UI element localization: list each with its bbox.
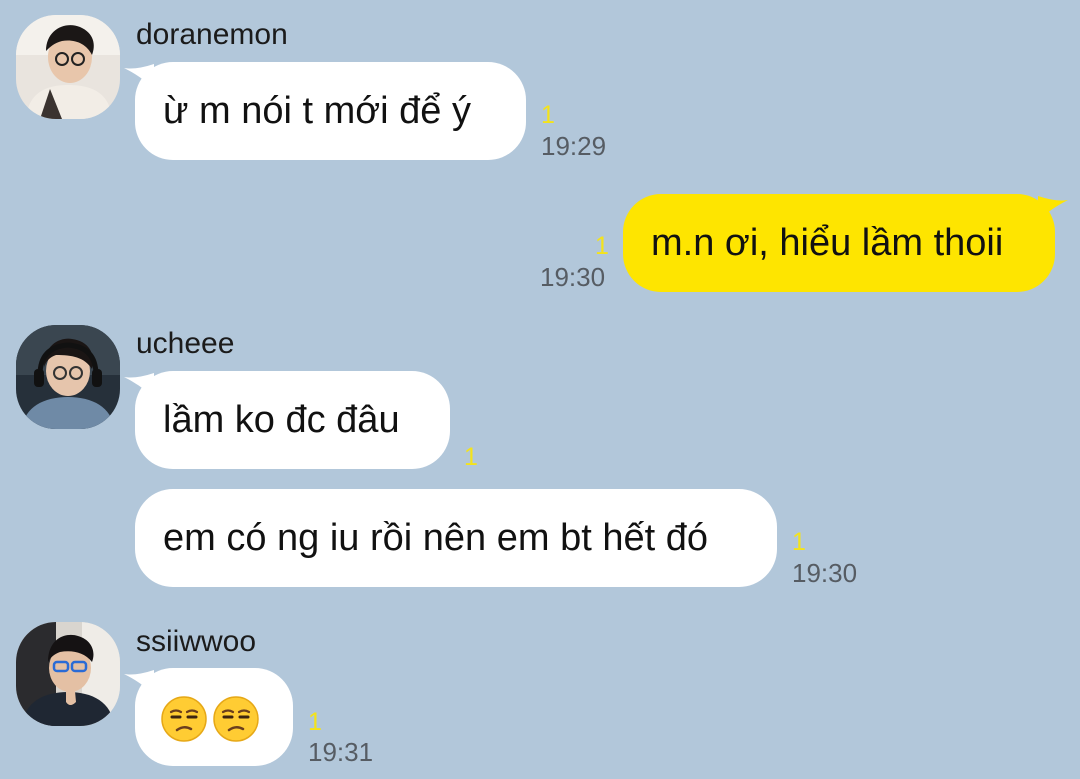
message-bubble[interactable]: em có ng iu rồi nên em bt hết đó (135, 489, 777, 587)
message-bubble[interactable]: lầm ko đc đâu (135, 371, 450, 469)
user-avatar-icon (16, 622, 120, 726)
unread-count: 1 (464, 443, 478, 471)
avatar-doranemon[interactable] (16, 15, 120, 119)
user-avatar-icon (16, 325, 120, 429)
unamused-face-icon (213, 696, 259, 742)
unread-count: 1 (308, 708, 322, 736)
message-time: 19:30 (792, 558, 858, 588)
avatar-ssiiwwoo[interactable] (16, 622, 120, 726)
sender-name: ssiiwwoo (136, 625, 257, 658)
avatar-ucheee[interactable] (16, 325, 120, 429)
sender-name: ucheee (136, 327, 235, 360)
unamused-face-icon (161, 696, 207, 742)
unread-count: 1 (792, 528, 806, 556)
message-bubble[interactable]: m.n ơi, hiểu lầm thoii (623, 194, 1055, 292)
message-text: em có ng iu rồi nên em bt hết đó (163, 517, 708, 559)
unread-count: 1 (595, 232, 609, 260)
sender-name: doranemon (136, 18, 288, 51)
message-time: 19:30 (540, 262, 606, 292)
message-text: ừ m nói t mới để ý (163, 90, 471, 132)
message-text: m.n ơi, hiểu lầm thoii (651, 222, 1004, 264)
message-bubble[interactable] (135, 668, 293, 766)
user-avatar-icon (16, 15, 120, 119)
message-bubble[interactable]: ừ m nói t mới để ý (135, 62, 526, 160)
emoji-group (161, 696, 259, 742)
bubble-tail (1038, 196, 1068, 222)
unread-count: 1 (541, 101, 555, 129)
message-time: 19:31 (308, 737, 374, 767)
message-time: 19:29 (541, 131, 607, 161)
message-text: lầm ko đc đâu (163, 399, 400, 441)
